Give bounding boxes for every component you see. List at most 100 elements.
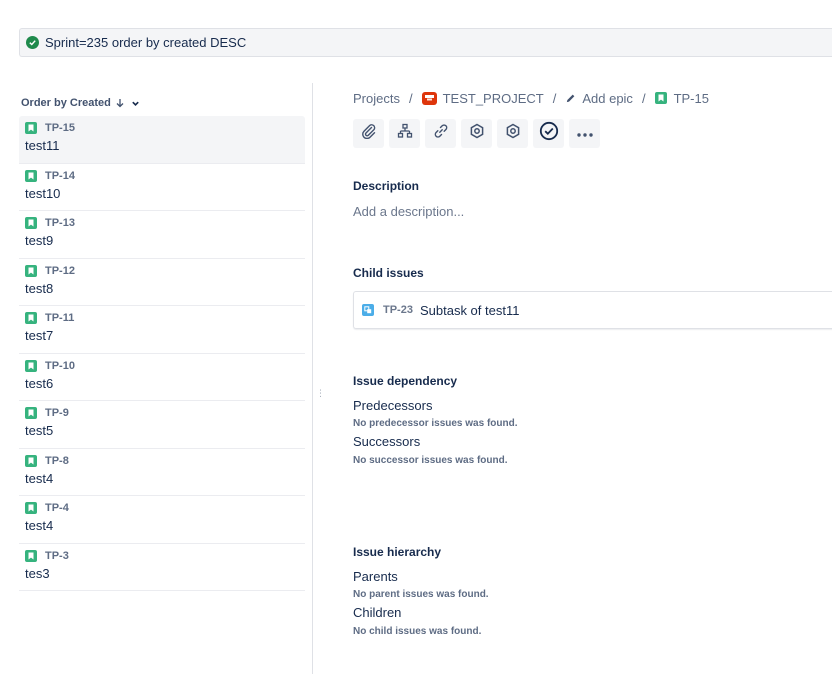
issue-key-row: TP-12 bbox=[25, 264, 305, 278]
app-action-button[interactable] bbox=[461, 119, 492, 148]
sort-descending-icon[interactable] bbox=[115, 98, 125, 108]
parents-empty-message: No parent issues was found. bbox=[353, 589, 489, 600]
issue-key-row: TP-3 bbox=[25, 549, 305, 563]
breadcrumb-project-label: TEST_PROJECT bbox=[442, 90, 544, 106]
breadcrumb-separator: / bbox=[552, 90, 557, 106]
issue-key: TP-13 bbox=[45, 217, 75, 229]
predecessors-label: Predecessors bbox=[353, 398, 433, 413]
attachment-icon bbox=[361, 123, 377, 144]
parents-label: Parents bbox=[353, 569, 398, 584]
child-issue-key[interactable]: TP-23 bbox=[383, 304, 413, 316]
story-icon bbox=[25, 169, 37, 182]
approve-button[interactable] bbox=[533, 119, 564, 148]
breadcrumb-add-epic[interactable]: Add epic bbox=[565, 91, 633, 106]
issue-key: TP-12 bbox=[45, 264, 75, 277]
issue-detail-panel: Projects / TEST_PROJECT / Add epic / TP-… bbox=[353, 83, 832, 637]
hexagon-icon bbox=[505, 123, 521, 144]
issue-key: TP-8 bbox=[45, 454, 69, 467]
children-empty-message: No child issues was found. bbox=[353, 626, 482, 637]
child-issues-heading: Child issues bbox=[353, 266, 424, 280]
app-action-button[interactable] bbox=[497, 119, 528, 148]
issue-list-panel: Order by Created TP-15 test11 TP-14 test10 T… bbox=[19, 92, 305, 591]
link-issue-button[interactable] bbox=[425, 119, 456, 148]
breadcrumb-projects[interactable]: Projects bbox=[353, 91, 400, 106]
list-item[interactable]: TP-4 test4 bbox=[19, 496, 305, 544]
issue-key: TP-3 bbox=[45, 549, 69, 562]
story-icon bbox=[654, 92, 667, 104]
list-item[interactable]: TP-3 tes3 bbox=[19, 544, 305, 591]
hierarchy-icon bbox=[397, 123, 413, 144]
dependency-heading: Issue dependency bbox=[353, 374, 458, 388]
breadcrumb-project[interactable]: TEST_PROJECT bbox=[421, 90, 544, 106]
success-check-icon bbox=[26, 36, 39, 49]
issue-key: TP-10 bbox=[45, 359, 75, 372]
list-item[interactable]: TP-10 test6 bbox=[19, 354, 305, 401]
panel-divider bbox=[312, 83, 313, 674]
list-item[interactable]: TP-13 test9 bbox=[19, 211, 305, 259]
issue-summary: test7 bbox=[25, 328, 54, 343]
story-icon bbox=[25, 264, 37, 277]
jql-query-text: Sprint=235 order by created DESC bbox=[45, 35, 247, 50]
issue-key: TP-15 bbox=[45, 122, 75, 134]
more-actions-button[interactable] bbox=[569, 119, 600, 148]
hierarchy-heading: Issue hierarchy bbox=[353, 545, 442, 559]
order-by-dropdown[interactable]: Order by Created bbox=[19, 92, 305, 114]
breadcrumb-epic-label: Add epic bbox=[582, 90, 633, 106]
pencil-icon bbox=[565, 93, 576, 104]
issue-key-row: TP-9 bbox=[25, 406, 305, 420]
issue-summary: test9 bbox=[25, 233, 54, 248]
issue-list: TP-15 test11 TP-14 test10 TP-13 test9 TP-12 tes… bbox=[19, 116, 305, 591]
issue-key-row: TP-14 bbox=[25, 169, 305, 183]
issue-key-row: TP-8 bbox=[25, 454, 305, 468]
child-issue-button[interactable] bbox=[389, 119, 420, 148]
issue-summary: test4 bbox=[25, 518, 54, 533]
breadcrumb-separator: / bbox=[408, 90, 413, 106]
child-issue-row[interactable]: TP-23 Subtask of test11 bbox=[353, 291, 832, 329]
resize-handle[interactable]: ⋮ bbox=[316, 389, 325, 405]
story-icon bbox=[25, 549, 37, 562]
jql-status-bar[interactable]: Sprint=235 order by created DESC bbox=[19, 28, 832, 57]
attach-button[interactable] bbox=[353, 119, 384, 148]
issue-summary: test10 bbox=[25, 185, 61, 201]
more-icon bbox=[576, 125, 594, 143]
issue-key: TP-4 bbox=[45, 502, 69, 514]
issue-toolbar bbox=[353, 119, 600, 148]
list-item[interactable]: TP-14 test10 bbox=[19, 164, 305, 211]
story-icon bbox=[25, 122, 37, 134]
children-label: Children bbox=[353, 605, 402, 620]
description-field[interactable]: Add a description... bbox=[353, 204, 464, 219]
issue-key-row: TP-4 bbox=[25, 501, 305, 515]
breadcrumb-issue-key: TP-15 bbox=[673, 90, 709, 106]
child-issue-summary[interactable]: Subtask of test11 bbox=[420, 303, 520, 318]
list-item[interactable]: TP-12 test8 bbox=[19, 259, 305, 306]
issue-key: TP-14 bbox=[45, 169, 75, 182]
list-item[interactable]: TP-9 test5 bbox=[19, 401, 305, 449]
story-icon bbox=[25, 454, 37, 467]
breadcrumb: Projects / TEST_PROJECT / Add epic / TP-… bbox=[353, 83, 832, 113]
issue-summary: test11 bbox=[25, 138, 60, 153]
check-circle-icon bbox=[539, 121, 559, 146]
issue-key: TP-11 bbox=[45, 312, 75, 324]
link-icon bbox=[433, 123, 449, 144]
list-item[interactable]: TP-8 test4 bbox=[19, 449, 305, 496]
issue-key-row: TP-15 bbox=[25, 121, 305, 135]
list-item[interactable]: TP-15 test11 bbox=[19, 116, 305, 164]
issue-summary: test4 bbox=[25, 470, 54, 486]
chevron-down-icon[interactable] bbox=[131, 99, 140, 108]
description-heading: Description bbox=[353, 179, 420, 193]
story-icon bbox=[25, 407, 37, 419]
issue-summary: test5 bbox=[25, 423, 54, 438]
story-icon bbox=[25, 217, 37, 229]
issue-key: TP-9 bbox=[45, 407, 69, 419]
project-icon bbox=[421, 91, 437, 105]
successors-label: Successors bbox=[353, 434, 421, 449]
issue-key-row: TP-10 bbox=[25, 359, 305, 373]
breadcrumb-separator: / bbox=[641, 90, 646, 106]
predecessors-empty-message: No predecessor issues was found. bbox=[353, 418, 518, 429]
order-by-label: Order by Created bbox=[21, 97, 111, 109]
breadcrumb-issue[interactable]: TP-15 bbox=[654, 90, 709, 106]
issue-summary: test8 bbox=[25, 280, 54, 296]
list-item[interactable]: TP-11 test7 bbox=[19, 306, 305, 354]
successors-empty-message: No successor issues was found. bbox=[353, 455, 508, 466]
story-icon bbox=[25, 312, 37, 324]
